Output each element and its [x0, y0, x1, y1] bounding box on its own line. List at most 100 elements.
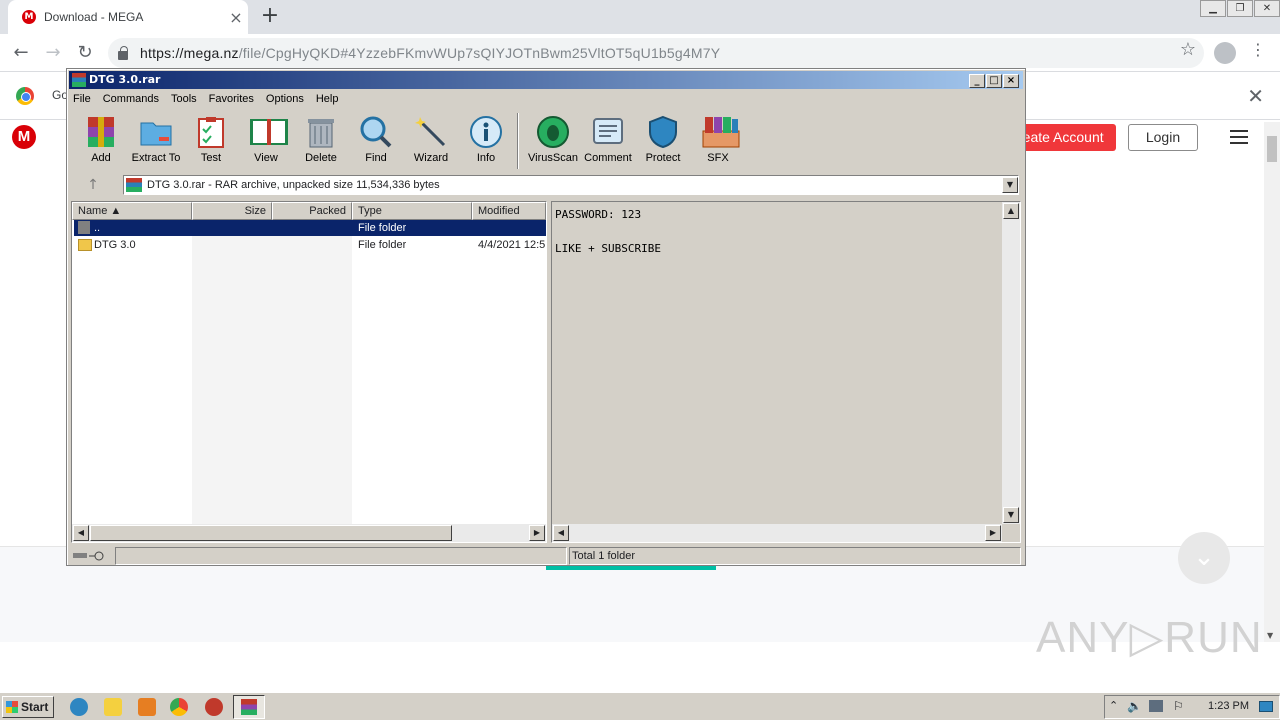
- infobar-close-icon[interactable]: ✕: [1247, 84, 1264, 108]
- browser-tab[interactable]: M Download - MEGA ×: [8, 0, 248, 34]
- anyrun-watermark: ANY▷RUN: [1036, 613, 1263, 662]
- view-button[interactable]: View: [238, 111, 294, 169]
- address-bar[interactable]: https://mega.nz/file/CpgHyQKD#4YzzebFKmv…: [108, 38, 1204, 68]
- scroll-right-icon[interactable]: ▶: [985, 525, 1001, 541]
- file-list[interactable]: Name ▲ Size Packed Type Modified .. File…: [71, 201, 547, 543]
- scroll-up-icon[interactable]: ▲: [1003, 203, 1019, 219]
- file-list-hscrollbar[interactable]: ◀ ▶: [72, 524, 546, 542]
- menu-help[interactable]: Help: [316, 93, 339, 105]
- info-icon: [469, 115, 503, 149]
- comment-vscrollbar[interactable]: ▲ ▼: [1002, 202, 1020, 524]
- minimize-button[interactable]: ▁: [1200, 0, 1226, 17]
- add-button[interactable]: Add: [73, 111, 129, 169]
- sfx-button[interactable]: SFX: [690, 111, 746, 169]
- back-icon[interactable]: ←: [10, 42, 32, 64]
- wizard-button[interactable]: Wizard: [403, 111, 459, 169]
- browser-tabbar: M Download - MEGA × + ▁ ❐ ✕: [0, 0, 1280, 34]
- info-button[interactable]: Info: [458, 111, 514, 169]
- page-scrollbar[interactable]: ▼: [1264, 122, 1280, 642]
- scrollbar-thumb[interactable]: [1267, 136, 1277, 162]
- tab-close-icon[interactable]: ×: [224, 8, 248, 27]
- find-button[interactable]: Find: [348, 111, 404, 169]
- reload-icon[interactable]: ↻: [74, 42, 96, 64]
- flag-icon[interactable]: ⚐: [1173, 699, 1184, 713]
- path-combobox[interactable]: DTG 3.0.rar - RAR archive, unpacked size…: [123, 175, 1019, 195]
- find-magnifier-icon: [359, 115, 393, 149]
- lock-icon: [118, 45, 128, 60]
- menu-file[interactable]: File: [73, 93, 91, 105]
- window-controls: ▁ ❐ ✕: [1199, 0, 1280, 18]
- media-player-icon[interactable]: [138, 698, 156, 716]
- scroll-down-chevron-icon[interactable]: ⌄: [1178, 532, 1230, 584]
- scroll-down-icon[interactable]: ▼: [1003, 507, 1019, 523]
- comment-pane[interactable]: PASSWORD: 123 LIKE + SUBSCRIBE ▲ ▼ ◀ ▶: [551, 201, 1021, 543]
- opera-icon[interactable]: [205, 698, 223, 716]
- column-size[interactable]: Size: [192, 202, 272, 220]
- bookmark-star-icon[interactable]: ☆: [1180, 39, 1196, 60]
- login-button[interactable]: Login: [1128, 124, 1198, 151]
- start-button[interactable]: Start: [2, 696, 54, 718]
- url-text: https://mega.nz/file/CpgHyQKD#4YzzebFKmv…: [140, 45, 721, 61]
- winrar-taskbar-button[interactable]: [233, 695, 265, 719]
- winrar-titlebar[interactable]: DTG 3.0.rar _ □ ×: [69, 71, 1023, 89]
- winrar-minimize-button[interactable]: _: [969, 74, 985, 88]
- status-bar: Total 1 folder: [71, 547, 1021, 565]
- winrar-close-button[interactable]: ×: [1003, 74, 1019, 88]
- close-window-button[interactable]: ✕: [1254, 0, 1280, 17]
- clock[interactable]: 1:23 PM: [1208, 700, 1249, 712]
- column-modified[interactable]: Modified: [472, 202, 546, 220]
- winrar-maximize-button[interactable]: □: [986, 74, 1002, 88]
- volume-icon[interactable]: 🔈: [1127, 699, 1142, 713]
- comment-button[interactable]: Comment: [580, 111, 636, 169]
- status-text: Total 1 folder: [569, 547, 1021, 565]
- scroll-right-icon[interactable]: ▶: [529, 525, 545, 541]
- menu-favorites[interactable]: Favorites: [209, 93, 254, 105]
- comment-icon: [591, 115, 625, 149]
- column-packed[interactable]: Packed: [272, 202, 352, 220]
- browser-toolbar: ← → ↻ https://mega.nz/file/CpgHyQKD#4Yzz…: [0, 34, 1280, 72]
- scroll-down-arrow-icon[interactable]: ▼: [1267, 631, 1273, 640]
- test-button[interactable]: Test: [183, 111, 239, 169]
- comment-hscrollbar[interactable]: ◀ ▶: [552, 524, 1002, 542]
- chrome-taskbar-icon[interactable]: [170, 698, 188, 716]
- ie-icon[interactable]: [70, 698, 88, 716]
- network-icon[interactable]: [1149, 700, 1163, 712]
- table-row[interactable]: .. File folder: [74, 220, 546, 236]
- menu-commands[interactable]: Commands: [103, 93, 159, 105]
- mega-progress-accent: [546, 566, 716, 570]
- explorer-folder-icon[interactable]: [104, 698, 122, 716]
- new-tab-button[interactable]: +: [256, 4, 284, 30]
- forward-icon[interactable]: →: [42, 42, 64, 64]
- scroll-left-icon[interactable]: ◀: [73, 525, 89, 541]
- row-name: DTG 3.0: [94, 239, 136, 251]
- dropdown-arrow-icon[interactable]: ▼: [1002, 177, 1018, 193]
- delete-button[interactable]: Delete: [293, 111, 349, 169]
- menu-tools[interactable]: Tools: [171, 93, 197, 105]
- column-name[interactable]: Name ▲: [72, 202, 192, 220]
- chrome-menu-icon[interactable]: ⋮: [1250, 40, 1266, 59]
- winrar-icon: [72, 73, 86, 87]
- restore-button[interactable]: ❐: [1227, 0, 1253, 17]
- profile-avatar[interactable]: [1214, 42, 1236, 64]
- extract-folder-icon: [139, 115, 173, 149]
- protect-button[interactable]: Protect: [635, 111, 691, 169]
- up-folder-icon[interactable]: ↑: [75, 176, 111, 194]
- comment-text: PASSWORD: 123 LIKE + SUBSCRIBE: [555, 208, 661, 255]
- tab-title: Download - MEGA: [44, 10, 144, 24]
- drive-key-icon[interactable]: [71, 547, 111, 565]
- show-desktop-icon[interactable]: [1259, 701, 1273, 712]
- column-type[interactable]: Type: [352, 202, 472, 220]
- wizard-wand-icon: [414, 115, 448, 149]
- mega-logo[interactable]: M: [12, 125, 36, 149]
- scroll-left-icon[interactable]: ◀: [553, 525, 569, 541]
- tray-expand-icon[interactable]: ⌃: [1109, 699, 1118, 712]
- hamburger-menu-icon[interactable]: [1230, 130, 1248, 144]
- protect-shield-icon: [646, 115, 680, 149]
- virusscan-bug-icon: [536, 115, 570, 149]
- hscroll-thumb[interactable]: [90, 525, 452, 541]
- menu-options[interactable]: Options: [266, 93, 304, 105]
- file-list-header: Name ▲ Size Packed Type Modified: [72, 202, 546, 220]
- table-row[interactable]: DTG 3.0 File folder 4/4/2021 12:5: [74, 237, 546, 253]
- extract-to-button[interactable]: Extract To: [128, 111, 184, 169]
- virusscan-button[interactable]: VirusScan: [525, 111, 581, 169]
